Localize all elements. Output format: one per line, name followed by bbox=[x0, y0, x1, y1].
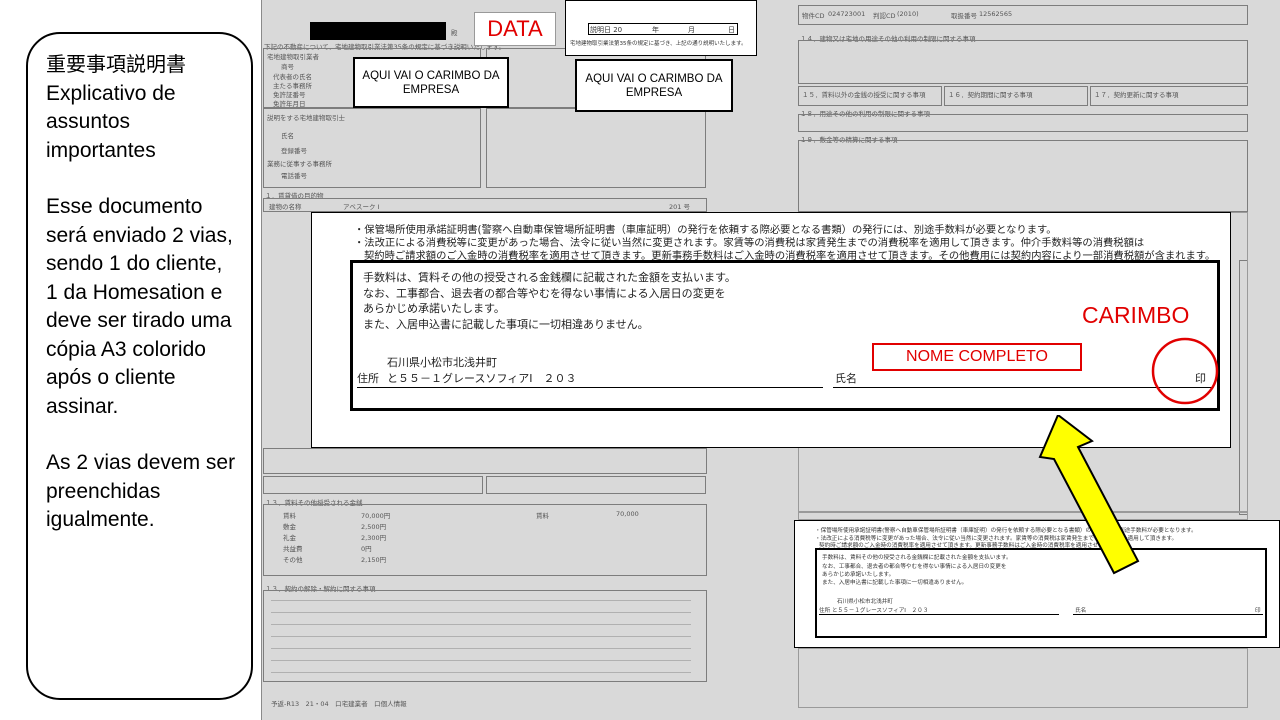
doc-section-r4: １７．契約更新に関する事項 bbox=[1094, 91, 1179, 99]
doc-specialist-label-1: 氏名 bbox=[281, 132, 294, 140]
doc-rent-label: 賃料 bbox=[536, 512, 549, 520]
doc-fee-row-1: 敷金 bbox=[283, 523, 296, 531]
doc-usage-box bbox=[263, 448, 707, 474]
doc-fees-table bbox=[263, 504, 707, 576]
date-note: 宅地建物取引業法第35条の規定に基づき、上記の通り説明いたします。 bbox=[570, 41, 747, 47]
address-line-2: と５５－１グレースソフィアⅠ ２０３ bbox=[387, 372, 577, 385]
small-declaration-line-1: 手数料は、賃料その他の授受される金銭欄に記載された金額を支払います。 bbox=[822, 555, 1012, 561]
doc-restriction-box bbox=[798, 114, 1248, 132]
doc-right-header-table bbox=[798, 5, 1248, 25]
yellow-arrow-icon bbox=[1038, 415, 1140, 575]
doc-fee-row-3: 共益費 bbox=[283, 545, 303, 553]
doc-right-header-1: 024723001 bbox=[828, 10, 866, 18]
panel-title-japanese: 重要事項説明書 bbox=[46, 52, 186, 76]
company-stamp-label-1: AQUI VAI O CARIMBO DA EMPRESA bbox=[353, 57, 509, 108]
doc-right-footer-box bbox=[798, 648, 1248, 708]
doc-property-row bbox=[263, 198, 707, 212]
doc-fee-value-1: 2,500円 bbox=[361, 523, 387, 531]
doc-right-header-0: 物件CD bbox=[802, 12, 825, 20]
date-month: 月 bbox=[688, 26, 695, 34]
doc-fee-row-2: 礼金 bbox=[283, 534, 296, 542]
doc-specialist-label-2: 登録番号 bbox=[281, 147, 307, 155]
doc-addressee-suffix: 殿 bbox=[451, 29, 458, 37]
doc-fee-value-4: 2,150円 bbox=[361, 556, 387, 564]
doc-footer: 予返-R13 21・04 口宅建業者 口個人情報 bbox=[271, 700, 407, 708]
small-address-line-2: 住所 と５５－１グレースソフィアⅠ ２０３ bbox=[819, 608, 929, 614]
full-name-label: NOME COMPLETO bbox=[872, 343, 1082, 371]
declaration-line-1: 手数料は、賃料その他の授受される金銭欄に記載された金額を支払います。 bbox=[363, 271, 736, 284]
small-seal-mark: 印 bbox=[1255, 608, 1261, 614]
explanation-date-box: 説明日 20 年 月 日 宅地建物取引業法第35条の規定に基づき、上記の通り説明… bbox=[565, 0, 757, 56]
doc-right-header-3: (2010) bbox=[897, 10, 919, 18]
address-label: 住所 bbox=[357, 372, 379, 385]
doc-right-header-5: 12562565 bbox=[979, 10, 1013, 18]
doc-specialist-label-3: 業務に従事する事務所 bbox=[267, 160, 332, 168]
panel-paragraph-fill: As 2 vias devem ser preenchidas igualmen… bbox=[46, 451, 236, 531]
doc-use-restriction-box bbox=[798, 40, 1248, 84]
small-declaration-line-4: また、入居申込書に記載した事項に一切相違ありません。 bbox=[822, 580, 968, 586]
instructions-panel: 重要事項説明書 Explicativo de assuntos importan… bbox=[26, 32, 253, 700]
stamp-circle-icon bbox=[1151, 337, 1219, 405]
doc-rent-value: 70,000 bbox=[616, 510, 639, 518]
declaration-line-3: あらかじめ承諾いたします。 bbox=[363, 302, 505, 315]
doc-deposit-box bbox=[798, 140, 1248, 212]
doc-fee-row-4: その他 bbox=[283, 556, 303, 564]
doc-right-header-2: 判認CD bbox=[873, 12, 896, 20]
panel-title-portuguese: Explicativo de assuntos importantes bbox=[46, 81, 176, 162]
doc-specialist-table-right bbox=[486, 108, 706, 188]
doc-property-name-label: 建物の名称 bbox=[269, 203, 302, 211]
panel-paragraph-copies: Esse documento será enviado 2 vias, send… bbox=[46, 195, 233, 418]
signature-section-zoom: ・保管場所使用承諾証明書(警察へ自動車保管場所証明書（車庫証明）の発行を依頼する… bbox=[311, 212, 1231, 448]
declaration-box: 手数料は、賃料その他の授受される金銭欄に記載された金額を支払います。 なお、工事… bbox=[350, 260, 1220, 411]
doc-repair-box-2 bbox=[486, 476, 706, 494]
address-line-1: 石川県小松市北浅井町 bbox=[387, 356, 497, 369]
small-name-label: 氏名 bbox=[1075, 608, 1087, 614]
small-declaration-line-2: なお、工事都合、退去者の都合等やむを得ない事情による入居日の変更を bbox=[822, 564, 1007, 570]
date-year: 年 bbox=[652, 26, 659, 34]
doc-fee-value-0: 70,000円 bbox=[361, 512, 391, 520]
date-label: 説明日 20 bbox=[590, 26, 623, 34]
doc-section-r2: １５．賃料以外の金銭の授受に関する事項 bbox=[802, 91, 926, 99]
stamp-label: CARIMBO bbox=[1082, 302, 1190, 328]
doc-specialist-label-4: 電話番号 bbox=[281, 172, 307, 180]
doc-fee-row-0: 賃料 bbox=[283, 512, 296, 520]
declaration-line-2: なお、工事都合、退去者の都合等やむを得ない事情による入居日の変更を bbox=[363, 287, 726, 300]
doc-agent-label-1: 商号 bbox=[281, 63, 294, 71]
doc-right-header-4: 取扱番号 bbox=[951, 12, 977, 20]
small-address-line-1: 石川県小松市北浅井町 bbox=[837, 599, 893, 605]
doc-agent-label-5: 免許年月日 bbox=[273, 100, 306, 108]
doc-fee-value-3: 0円 bbox=[361, 545, 372, 553]
doc-right-strip bbox=[798, 512, 1248, 520]
name-label: 氏名 bbox=[835, 372, 857, 385]
doc-property-name: アベスーク Ⅰ bbox=[343, 203, 380, 211]
doc-repair-box bbox=[263, 476, 483, 494]
doc-fee-value-2: 2,300円 bbox=[361, 534, 387, 542]
doc-property-room: 201 号 bbox=[669, 203, 690, 211]
doc-agent-label-0: 宅地建物取引業者 bbox=[267, 53, 319, 61]
data-label: DATA bbox=[474, 12, 556, 46]
small-declaration-line-3: あらかじめ承諾いたします。 bbox=[822, 572, 895, 578]
doc-specialist-label-0: 説明をする宅地建物取引士 bbox=[267, 114, 345, 122]
date-day: 日 bbox=[728, 26, 735, 34]
redacted-name-bar bbox=[310, 22, 446, 40]
declaration-line-4: また、入居申込書に記載した事項に一切相違ありません。 bbox=[363, 318, 649, 331]
doc-section-r3: １６．契約期間に関する事項 bbox=[948, 91, 1033, 99]
company-stamp-label-2: AQUI VAI O CARIMBO DA EMPRESA bbox=[575, 59, 733, 112]
